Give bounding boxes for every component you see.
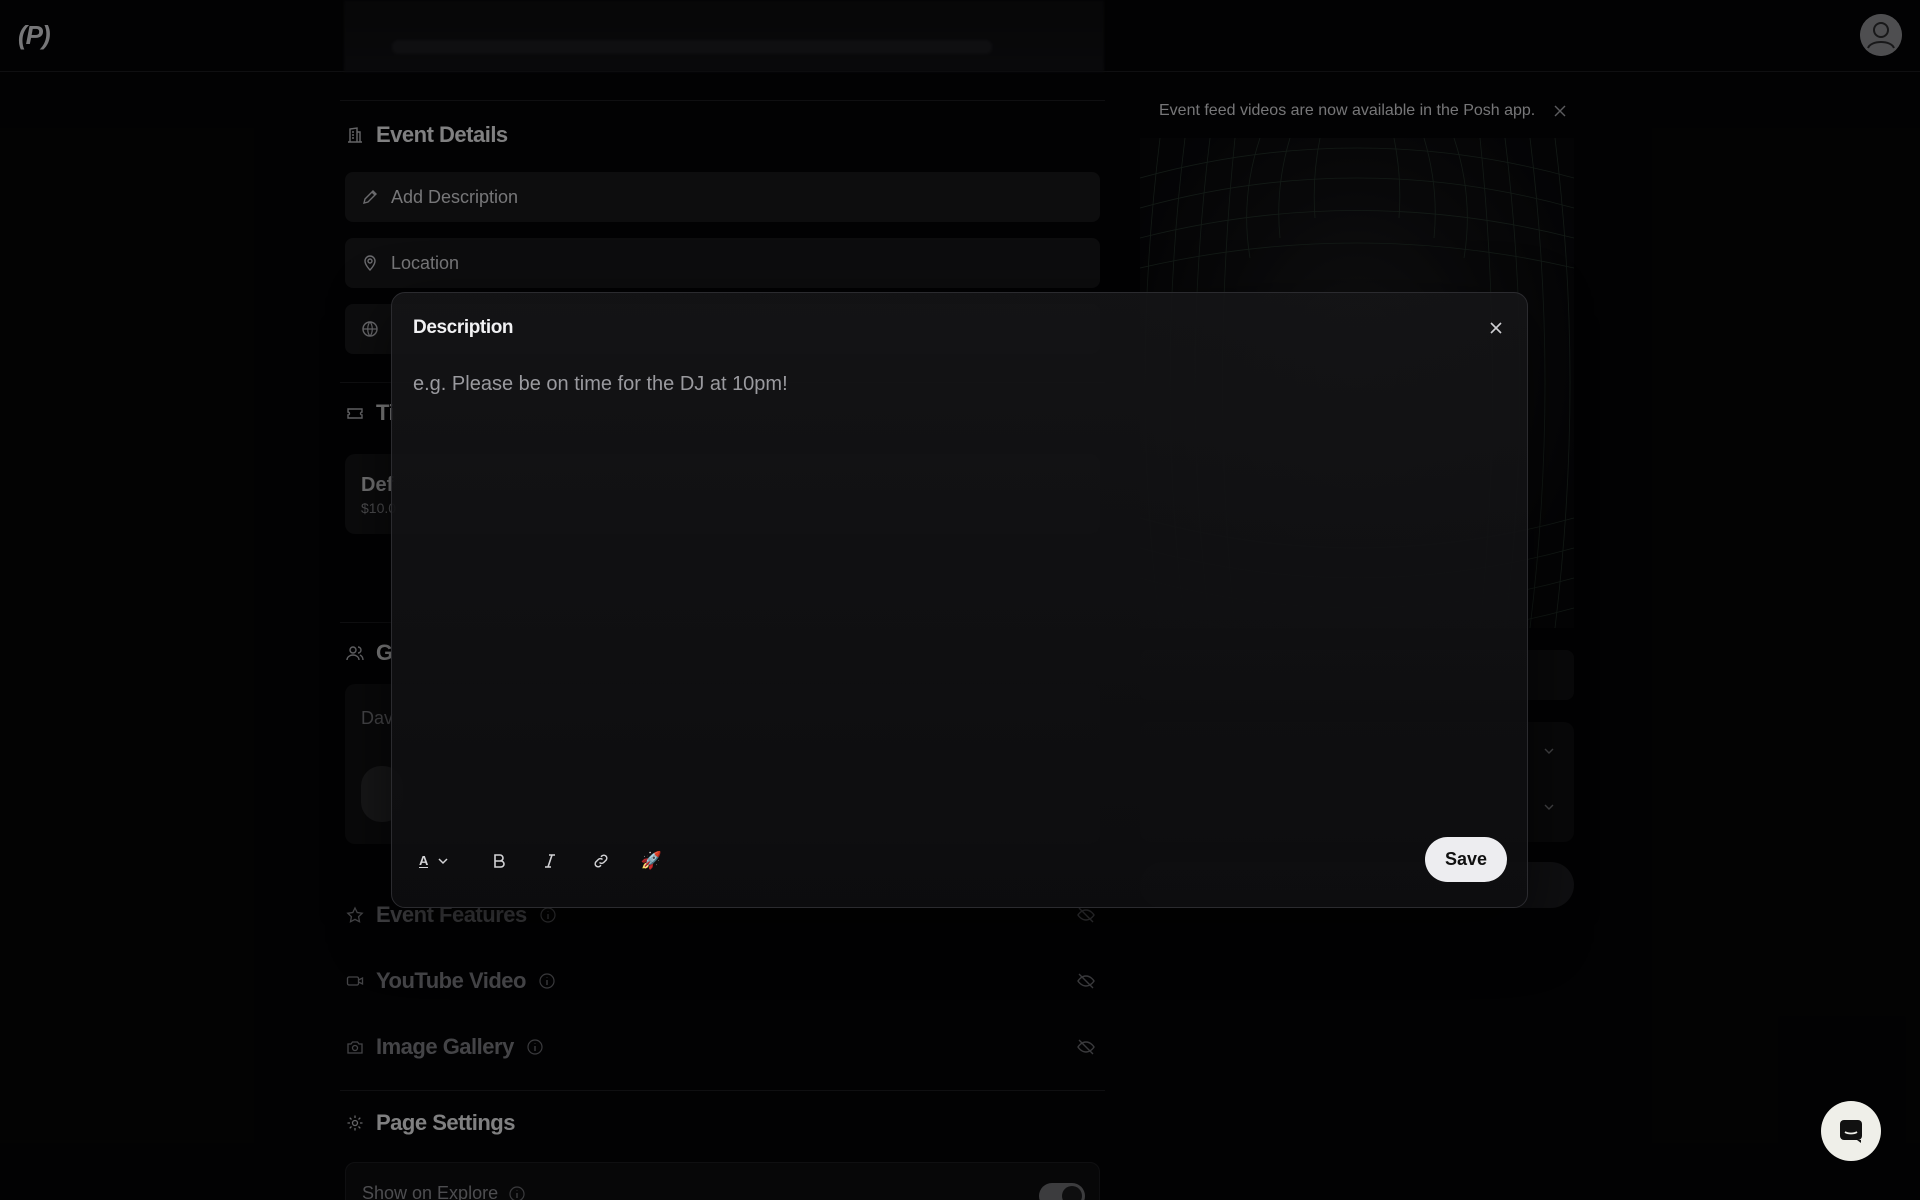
close-icon[interactable] <box>1487 319 1505 337</box>
italic-icon <box>544 854 555 868</box>
chevron-down-icon <box>438 858 448 865</box>
description-modal: Description A 🚀 Save <box>391 292 1528 908</box>
rocket-button[interactable]: 🚀 <box>626 841 677 881</box>
save-button[interactable]: Save <box>1425 837 1507 882</box>
link-button[interactable] <box>575 841 626 881</box>
formatting-toolbar: A 🚀 <box>413 841 677 881</box>
bold-button[interactable] <box>473 841 524 881</box>
modal-title: Description <box>413 317 514 338</box>
link-icon <box>593 854 608 868</box>
rocket-icon: 🚀 <box>640 851 663 870</box>
support-chat-button[interactable] <box>1821 1101 1881 1161</box>
text-size-icon: A <box>419 852 428 868</box>
description-input[interactable] <box>413 373 1503 813</box>
chat-icon <box>1840 1120 1862 1143</box>
bold-icon <box>493 854 505 868</box>
italic-button[interactable] <box>524 841 575 881</box>
text-size-dropdown[interactable]: A <box>413 854 473 868</box>
